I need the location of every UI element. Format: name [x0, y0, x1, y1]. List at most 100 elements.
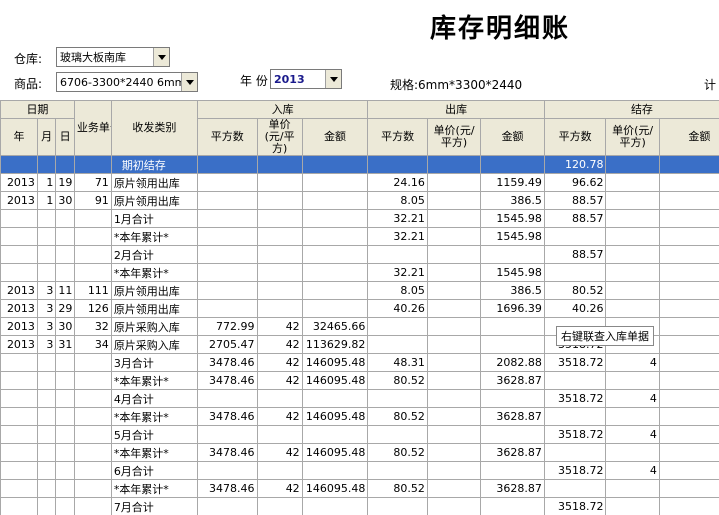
- product-label: 商品:: [14, 77, 43, 91]
- cell-no: [73, 425, 112, 444]
- chevron-down-icon[interactable]: [153, 48, 169, 66]
- warehouse-select[interactable]: 玻璃大板南库: [56, 47, 170, 67]
- cell-y: [0, 353, 38, 372]
- cell-bamt: [658, 479, 719, 498]
- cell-ip: [256, 227, 303, 246]
- product-select[interactable]: 6706-3300*2440 6mm金: [56, 72, 198, 92]
- table-row[interactable]: 2013 3 29 126 原片领用出库 40.26 1696.39 40.26: [0, 299, 719, 318]
- table-row[interactable]: 2013 1 30 91 原片领用出库 8.05 386.5 88.57: [0, 191, 719, 210]
- cell-ia: 3478.46: [197, 479, 258, 498]
- table-row[interactable]: 2013 3 11 111 原片领用出库 8.05 386.5 80.52: [0, 281, 719, 300]
- cell-cat: *本年累计*: [110, 263, 199, 282]
- cell-ia: 2705.47: [197, 335, 258, 354]
- cell-m: [36, 371, 57, 390]
- cell-oa: 80.52: [367, 407, 428, 426]
- cell-op: [426, 443, 482, 462]
- table-row[interactable]: *本年累计* 3478.46 42 146095.48 80.52 3628.87: [0, 479, 719, 498]
- cell-d: 11: [55, 281, 75, 300]
- cell-bp: [605, 155, 660, 174]
- table-row[interactable]: 2月合计 88.57: [0, 245, 719, 264]
- cell-bp: [605, 191, 660, 210]
- table-row[interactable]: *本年累计* 3478.46 42 146095.48 80.52 3628.87: [0, 407, 719, 426]
- cell-m: [36, 263, 57, 282]
- header-out-area: 平方数: [367, 118, 428, 156]
- cell-d: 19: [55, 173, 75, 192]
- cell-d: [55, 227, 75, 246]
- table-row[interactable]: 7月合计 3518.72: [0, 497, 719, 515]
- cell-ia: [197, 497, 258, 515]
- cell-no: 34: [73, 335, 112, 354]
- cell-oa: 8.05: [367, 281, 428, 300]
- cell-ip: [256, 461, 303, 480]
- cell-ba: 80.52: [543, 281, 607, 300]
- cell-oa: [367, 425, 428, 444]
- ledger-grid[interactable]: 日期 业务单号 收发类别 入库 出库 结存 平方数 单价(元/平方) 金额 平方…: [0, 100, 719, 515]
- cell-ba: 88.57: [543, 245, 607, 264]
- cell-bp: [605, 263, 660, 282]
- cell-iamt: 146095.48: [301, 407, 369, 426]
- table-row[interactable]: 1月合计 32.21 1545.98 88.57: [0, 209, 719, 228]
- cell-iamt: [301, 389, 369, 408]
- cell-ba: [543, 371, 607, 390]
- cell-ba: 96.62: [543, 173, 607, 192]
- cell-no: [73, 389, 112, 408]
- cell-op: [426, 281, 482, 300]
- cell-oa: 80.52: [367, 443, 428, 462]
- cell-y: [0, 443, 38, 462]
- cell-m: 1: [36, 191, 57, 210]
- header-in: 入库: [197, 100, 369, 119]
- table-row[interactable]: 6月合计 3518.72 4: [0, 461, 719, 480]
- cell-ia: [197, 389, 258, 408]
- cell-iamt: 146095.48: [301, 353, 369, 372]
- cell-m: [36, 461, 57, 480]
- cell-oa: [367, 461, 428, 480]
- cell-oamt: [480, 155, 545, 174]
- chevron-down-icon[interactable]: [325, 70, 341, 88]
- table-row[interactable]: *本年累计* 3478.46 42 146095.48 80.52 3628.87: [0, 371, 719, 390]
- cell-op: [426, 209, 482, 228]
- table-row[interactable]: 期初结存 120.78: [0, 155, 719, 174]
- header-in-area: 平方数: [197, 118, 258, 156]
- table-row[interactable]: *本年累计* 32.21 1545.98: [0, 227, 719, 246]
- cell-y: [0, 209, 38, 228]
- cell-bamt: [658, 173, 719, 192]
- cell-bp: [605, 299, 660, 318]
- cell-d: [55, 443, 75, 462]
- cell-ip: 42: [256, 353, 303, 372]
- cell-d: 31: [55, 335, 75, 354]
- year-select[interactable]: 2013: [270, 69, 342, 89]
- cell-iamt: [301, 263, 369, 282]
- table-row[interactable]: 4月合计 3518.72 4: [0, 389, 719, 408]
- cell-m: 3: [36, 317, 57, 336]
- cell-no: 111: [73, 281, 112, 300]
- cell-oa: [367, 317, 428, 336]
- cell-oamt: 3628.87: [480, 407, 545, 426]
- cell-y: [0, 227, 38, 246]
- table-row[interactable]: 3月合计 3478.46 42 146095.48 48.31 2082.88 3518.7…: [0, 353, 719, 372]
- cell-m: 1: [36, 173, 57, 192]
- cell-ia: [197, 425, 258, 444]
- cell-cat: 1月合计: [110, 209, 199, 228]
- cell-oamt: 1159.49: [480, 173, 545, 192]
- cell-iamt: [301, 497, 369, 515]
- cell-m: [36, 245, 57, 264]
- cell-no: [73, 245, 112, 264]
- cell-oa: [367, 497, 428, 515]
- chevron-down-icon[interactable]: [181, 73, 197, 91]
- cell-ip: 42: [256, 371, 303, 390]
- table-row[interactable]: *本年累计* 32.21 1545.98: [0, 263, 719, 282]
- cell-ip: 42: [256, 443, 303, 462]
- cell-op: [426, 479, 482, 498]
- cell-bamt: [658, 227, 719, 246]
- cell-ip: [256, 263, 303, 282]
- table-row[interactable]: 2013 1 19 71 原片领用出库 24.16 1159.49 96.62: [0, 173, 719, 192]
- cell-op: [426, 155, 482, 174]
- table-row[interactable]: *本年累计* 3478.46 42 146095.48 80.52 3628.87: [0, 443, 719, 462]
- cell-oamt: 1545.98: [480, 227, 545, 246]
- cell-bamt: [658, 317, 719, 336]
- context-menu-item[interactable]: 右键联查入库单据: [556, 326, 654, 346]
- cell-m: [36, 353, 57, 372]
- cell-d: [55, 461, 75, 480]
- cell-op: [426, 245, 482, 264]
- table-row[interactable]: 5月合计 3518.72 4: [0, 425, 719, 444]
